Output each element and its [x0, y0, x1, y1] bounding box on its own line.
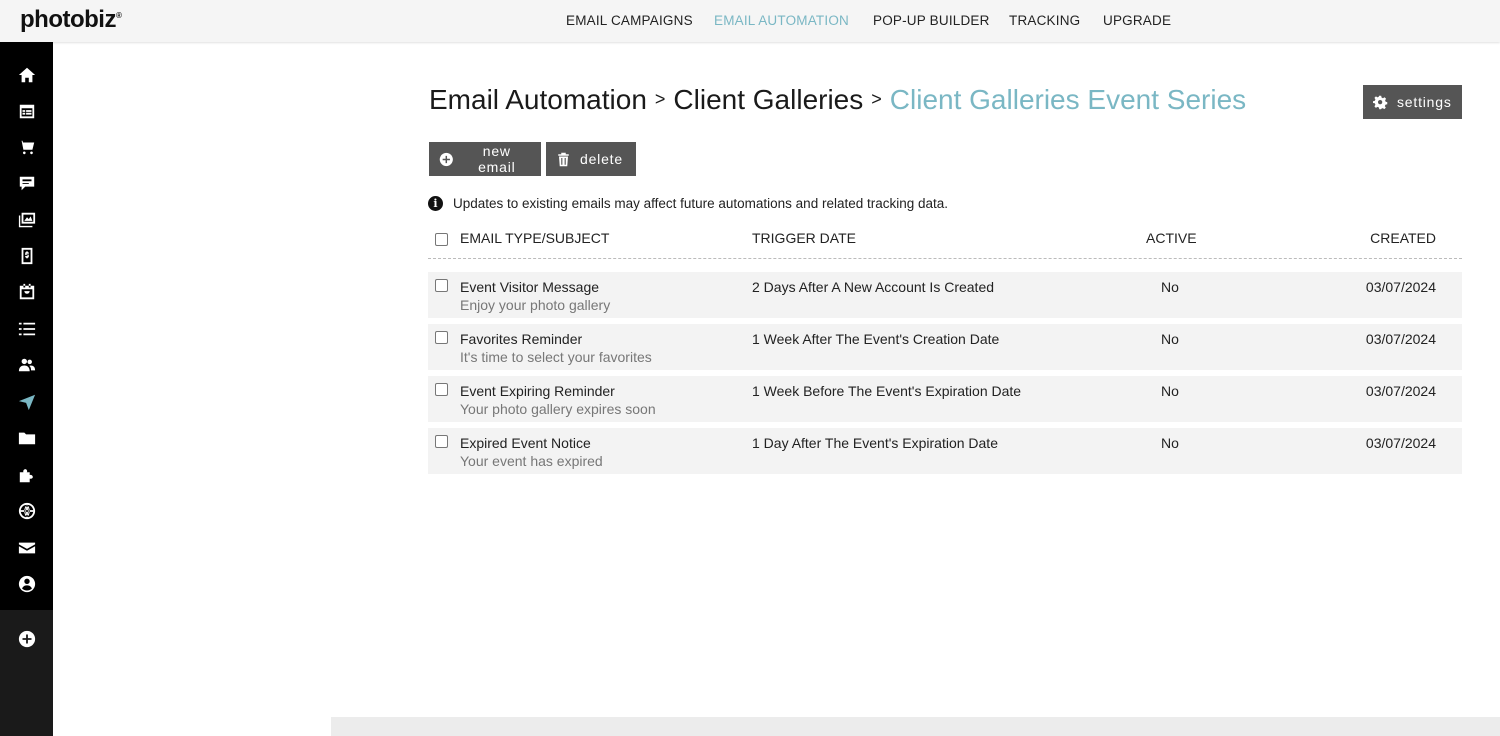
nav-upgrade[interactable]: UPGRADE [1103, 13, 1171, 28]
header-trigger-date[interactable]: TRIGGER DATE [752, 230, 856, 246]
row-created: 03/07/2024 [1365, 435, 1436, 451]
cart-icon[interactable] [17, 137, 37, 157]
footer-strip [331, 717, 1500, 736]
breadcrumb-separator: > [871, 89, 882, 109]
row-active: No [1161, 279, 1179, 295]
row-created: 03/07/2024 [1365, 279, 1436, 295]
row-trigger: 2 Days After A New Account Is Created [752, 279, 995, 295]
nav-email-campaigns[interactable]: EMAIL CAMPAIGNS [566, 13, 693, 28]
breadcrumb-current: Client Galleries Event Series [889, 84, 1247, 115]
row-subject: It's time to select your favorites [460, 349, 652, 365]
breadcrumb-client-galleries[interactable]: Client Galleries [673, 84, 863, 115]
table-row[interactable]: Event Visitor Message Enjoy your photo g… [428, 272, 1462, 318]
table-header: EMAIL TYPE/SUBJECT TRIGGER DATE ACTIVE C… [428, 226, 1462, 259]
row-title[interactable]: Favorites Reminder [460, 331, 582, 347]
nav-email-automation[interactable]: EMAIL AUTOMATION [714, 13, 849, 28]
top-nav: EMAIL CAMPAIGNS EMAIL AUTOMATION POP-UP … [0, 0, 1500, 42]
row-active: No [1161, 435, 1179, 451]
row-title[interactable]: Event Expiring Reminder [460, 383, 615, 399]
row-active: No [1161, 383, 1179, 399]
chat-icon[interactable] [17, 173, 37, 193]
table-row[interactable]: Event Expiring Reminder Your photo galle… [428, 376, 1462, 422]
folder-icon[interactable] [17, 428, 37, 448]
notice-text: Updates to existing emails may affect fu… [453, 196, 949, 211]
gear-icon [1373, 95, 1388, 109]
delete-button[interactable]: delete [546, 142, 636, 176]
nav-tracking[interactable]: TRACKING [1009, 13, 1080, 28]
breadcrumb-email-automation[interactable]: Email Automation [429, 84, 647, 115]
update-notice: i Updates to existing emails may affect … [428, 196, 948, 211]
mail-icon[interactable] [17, 538, 37, 558]
breadcrumb-separator: > [654, 89, 666, 109]
row-trigger: 1 Week After The Event's Creation Date [752, 331, 1000, 347]
row-checkbox[interactable] [435, 279, 448, 292]
plus-circle-icon [439, 152, 453, 166]
puzzle-icon[interactable] [17, 465, 37, 485]
row-subject: Your event has expired [460, 453, 603, 469]
breadcrumb: Email Automation > Client Galleries > Client… [429, 84, 1246, 116]
user-icon[interactable] [17, 574, 37, 594]
table-body: Event Visitor Message Enjoy your photo g… [428, 272, 1462, 474]
list-icon[interactable] [17, 319, 37, 339]
settings-label: settings [1397, 94, 1452, 110]
row-active: No [1161, 331, 1179, 347]
row-checkbox[interactable] [435, 435, 448, 448]
row-subject: Enjoy your photo gallery [460, 297, 611, 313]
row-title[interactable]: Expired Event Notice [460, 435, 591, 451]
sidebar [0, 42, 53, 736]
info-icon: i [428, 196, 443, 211]
top-bar: photobiz® EMAIL CAMPAIGNS EMAIL AUTOMATI… [0, 0, 1500, 42]
header-active[interactable]: ACTIVE [1146, 230, 1197, 246]
delete-label: delete [580, 151, 623, 167]
send-icon[interactable] [17, 392, 37, 412]
gallery-icon[interactable] [17, 210, 37, 230]
row-checkbox[interactable] [435, 383, 448, 396]
trash-icon [558, 152, 569, 166]
events-icon[interactable] [17, 282, 37, 302]
row-trigger: 1 Day After The Event's Expiration Date [752, 435, 998, 451]
row-checkbox[interactable] [435, 331, 448, 344]
header-email-type[interactable]: EMAIL TYPE/SUBJECT [460, 230, 609, 246]
nav-popup-builder[interactable]: POP-UP BUILDER [873, 13, 990, 28]
row-title[interactable]: Event Visitor Message [460, 279, 599, 295]
row-subject: Your photo gallery expires soon [460, 401, 656, 417]
add-icon[interactable] [17, 629, 37, 649]
row-created: 03/07/2024 [1365, 331, 1436, 347]
row-created: 03/07/2024 [1365, 383, 1436, 399]
main-content: Email Automation > Client Galleries > Client… [53, 42, 1500, 736]
row-trigger: 1 Week Before The Event's Expiration Dat… [752, 383, 1022, 399]
settings-button[interactable]: settings [1363, 85, 1462, 119]
table-row[interactable]: Expired Event Notice Your event has expi… [428, 428, 1462, 474]
contacts-icon[interactable] [17, 355, 37, 375]
table-row[interactable]: Favorites Reminder It's time to select y… [428, 324, 1462, 370]
select-all-checkbox[interactable] [435, 233, 448, 246]
new-email-label: new email [478, 143, 516, 175]
email-table: EMAIL TYPE/SUBJECT TRIGGER DATE ACTIVE C… [428, 226, 1462, 480]
globe-icon[interactable] [17, 501, 37, 521]
invoice-icon[interactable] [17, 246, 37, 266]
new-email-button[interactable]: new email [429, 142, 541, 176]
header-created[interactable]: CREATED [1370, 230, 1436, 246]
home-icon[interactable] [17, 65, 37, 85]
calendar-icon[interactable] [17, 101, 37, 121]
